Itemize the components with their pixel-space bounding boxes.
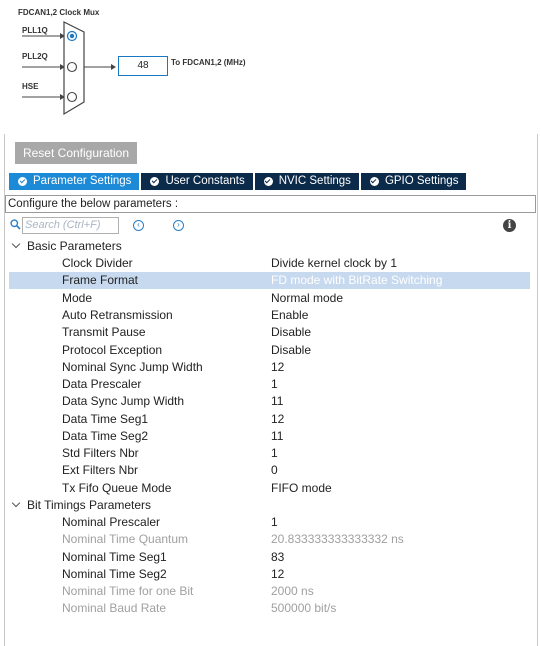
param-row-protocol-exception[interactable]: Protocol Exception Disable	[9, 342, 530, 359]
param-value: Normal mode	[271, 291, 344, 305]
search-icon	[10, 219, 21, 230]
param-value: 1	[271, 446, 278, 460]
param-row-nominal-baud-rate: Nominal Baud Rate 500000 bit/s	[9, 600, 530, 617]
param-name: Nominal Time Seg2	[62, 567, 167, 581]
param-name: Clock Divider	[62, 256, 133, 270]
tab-label: GPIO Settings	[384, 175, 459, 187]
chevron-down-icon	[11, 239, 21, 249]
param-value: 500000 bit/s	[271, 601, 337, 615]
param-name: Mode	[62, 291, 93, 305]
info-icon[interactable]: i	[503, 219, 516, 232]
param-name: Nominal Prescaler	[62, 515, 161, 529]
next-result-icon[interactable]: ›	[173, 220, 184, 231]
param-row-frame-format[interactable]: Frame Format FD mode with BitRate Switchi…	[9, 272, 530, 289]
param-name: Data Time Seg1	[62, 412, 149, 426]
tab-parameter-settings[interactable]: Parameter Settings	[9, 173, 140, 190]
param-row-data-prescaler[interactable]: Data Prescaler 1	[9, 376, 530, 393]
param-value: 12	[271, 412, 285, 426]
param-name: Nominal Time Quantum	[62, 532, 189, 546]
param-value: 1	[271, 377, 278, 391]
check-circle-icon	[18, 177, 27, 186]
param-value: Disable	[271, 325, 312, 339]
check-circle-icon	[369, 177, 379, 186]
param-value: 2000 ns	[271, 584, 314, 598]
param-value: 0	[271, 463, 278, 477]
radio-pll2q[interactable]	[66, 61, 78, 73]
param-row-data-time-seg1[interactable]: Data Time Seg1 12	[9, 411, 530, 428]
param-name: Frame Format	[62, 273, 139, 287]
param-name: Tx Fifo Queue Mode	[62, 481, 172, 495]
param-row-data-sync-jump-width[interactable]: Data Sync Jump Width 11	[9, 393, 530, 410]
param-name: Data Prescaler	[62, 377, 142, 391]
param-name: Nominal Baud Rate	[62, 601, 167, 615]
radio-hse[interactable]	[66, 91, 78, 103]
tab-label: Parameter Settings	[33, 175, 132, 187]
check-circle-icon	[263, 177, 273, 186]
clock-mux-diagram	[22, 21, 116, 116]
param-name: Transmit Pause	[62, 325, 146, 339]
previous-result-icon[interactable]: ‹	[133, 220, 144, 231]
param-name: Auto Retransmission	[62, 308, 173, 322]
param-row-clock-divider[interactable]: Clock Divider Divide kernel clock by 1	[9, 255, 530, 272]
chevron-down-icon	[11, 498, 21, 508]
output-arrow	[111, 64, 116, 70]
param-row-nominal-time-quantum: Nominal Time Quantum 20.833333333333332 n…	[9, 531, 530, 548]
param-name: Nominal Time for one Bit	[62, 584, 194, 598]
tab-label: User Constants	[165, 175, 245, 187]
param-value: 83	[271, 550, 285, 564]
search-input[interactable]: Search (Ctrl+F)	[22, 217, 119, 234]
param-value: FIFO mode	[271, 481, 332, 495]
param-row-nominal-time-seg1[interactable]: Nominal Time Seg1 83	[9, 549, 530, 566]
param-value: 11	[271, 394, 284, 408]
tab-user-constants[interactable]: User Constants	[141, 173, 253, 190]
param-row-ext-filters-nbr[interactable]: Ext Filters Nbr 0	[9, 462, 530, 479]
param-name: Protocol Exception	[62, 343, 163, 357]
param-value: 20.833333333333332 ns	[271, 532, 404, 546]
group-bit-timings-parameters[interactable]: Bit Timings Parameters	[9, 497, 151, 514]
param-row-tx-fifo-queue-mode[interactable]: Tx Fifo Queue Mode FIFO mode	[9, 480, 530, 497]
param-name: Std Filters Nbr	[62, 446, 139, 460]
param-name: Nominal Sync Jump Width	[62, 360, 203, 374]
param-row-nominal-sync-jump-width[interactable]: Nominal Sync Jump Width 12	[9, 359, 530, 376]
param-row-std-filters-nbr[interactable]: Std Filters Nbr 1	[9, 445, 530, 462]
tab-gpio-settings[interactable]: GPIO Settings	[360, 173, 467, 190]
check-circle-icon	[150, 177, 160, 186]
param-value: Divide kernel clock by 1	[271, 256, 398, 270]
param-row-nominal-time-for-one-bit: Nominal Time for one Bit 2000 ns	[9, 583, 530, 600]
param-name: Ext Filters Nbr	[62, 463, 139, 477]
param-row-data-time-seg2[interactable]: Data Time Seg2 11	[9, 428, 530, 445]
param-row-nominal-time-seg2[interactable]: Nominal Time Seg2 12	[9, 566, 530, 583]
param-value: FD mode with BitRate Switching	[271, 273, 443, 287]
fdcan-clock-output-field[interactable]: 48	[118, 56, 168, 76]
param-name: Nominal Time Seg1	[62, 550, 167, 564]
configure-parameters-header: Configure the below parameters :	[5, 195, 536, 213]
tab-nvic-settings[interactable]: NVIC Settings	[254, 173, 359, 190]
fdcan-clock-output-label: To FDCAN1,2 (MHz)	[171, 58, 246, 67]
param-row-mode[interactable]: Mode Normal mode	[9, 290, 530, 307]
group-label: Basic Parameters	[27, 239, 122, 253]
param-value: Disable	[271, 343, 312, 357]
tab-label: NVIC Settings	[278, 175, 351, 187]
group-basic-parameters[interactable]: Basic Parameters	[9, 238, 122, 255]
radio-pll1q-dot	[69, 33, 75, 39]
param-row-nominal-prescaler[interactable]: Nominal Prescaler 1	[9, 514, 530, 531]
param-name: Data Sync Jump Width	[62, 394, 185, 408]
param-value: Enable	[271, 308, 309, 322]
param-row-auto-retransmission[interactable]: Auto Retransmission Enable	[9, 307, 530, 324]
param-value: 12	[271, 360, 285, 374]
param-name: Data Time Seg2	[62, 429, 149, 443]
param-value: 11	[271, 429, 284, 443]
param-value: 12	[271, 567, 285, 581]
reset-configuration-button[interactable]: Reset Configuration	[15, 142, 137, 164]
group-label: Bit Timings Parameters	[27, 498, 152, 512]
param-row-transmit-pause[interactable]: Transmit Pause Disable	[9, 324, 530, 341]
param-value: 1	[271, 515, 278, 529]
tab-bar: Parameter Settings User Constants NVIC S…	[9, 173, 468, 190]
